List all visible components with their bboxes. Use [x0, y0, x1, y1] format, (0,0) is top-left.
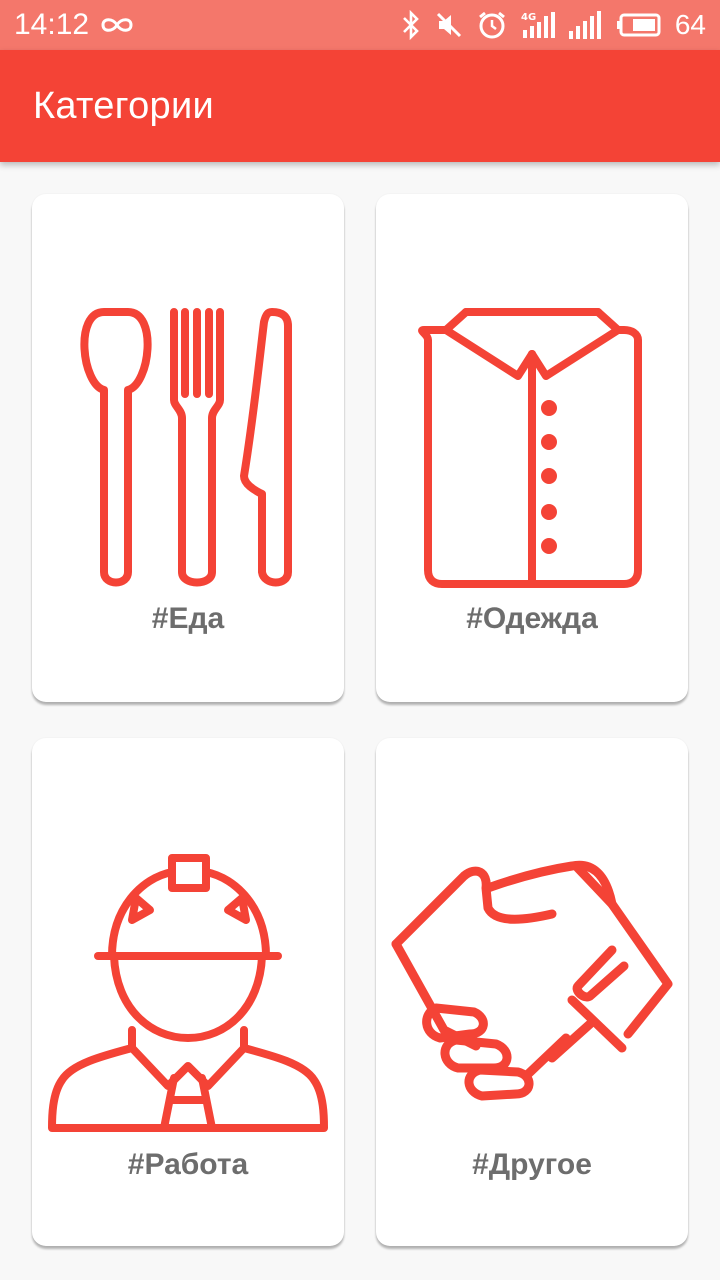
category-label: #Еда: [151, 602, 225, 635]
alarm-icon: [477, 10, 507, 40]
status-time: 14:12: [14, 8, 90, 41]
infinity-icon: [99, 14, 135, 36]
mute-icon: [435, 11, 463, 39]
shirt-icon: [418, 308, 642, 588]
battery-icon: [616, 13, 661, 37]
page-title: Категории: [33, 84, 214, 127]
status-bar: 14:12 4G 64: [0, 0, 720, 50]
app-bar: Категории: [0, 50, 720, 162]
svg-text:4G: 4G: [521, 12, 536, 23]
category-card-clothes[interactable]: #Одежда: [376, 194, 688, 702]
cutlery-icon: [80, 308, 292, 587]
category-label: #Работа: [127, 1148, 249, 1181]
category-card-other[interactable]: #Другое: [376, 738, 688, 1246]
category-card-food[interactable]: #Еда: [32, 194, 344, 702]
bluetooth-icon: [401, 10, 421, 40]
signal-icon: [568, 11, 603, 39]
category-card-work[interactable]: #Работа: [32, 738, 344, 1246]
signal-4g-icon: 4G: [521, 10, 555, 40]
category-label: #Одежда: [466, 602, 598, 635]
category-label: #Другое: [472, 1148, 592, 1181]
battery-level: 64: [674, 9, 706, 40]
worker-icon: [48, 854, 328, 1132]
handshake-icon: [391, 860, 673, 1101]
